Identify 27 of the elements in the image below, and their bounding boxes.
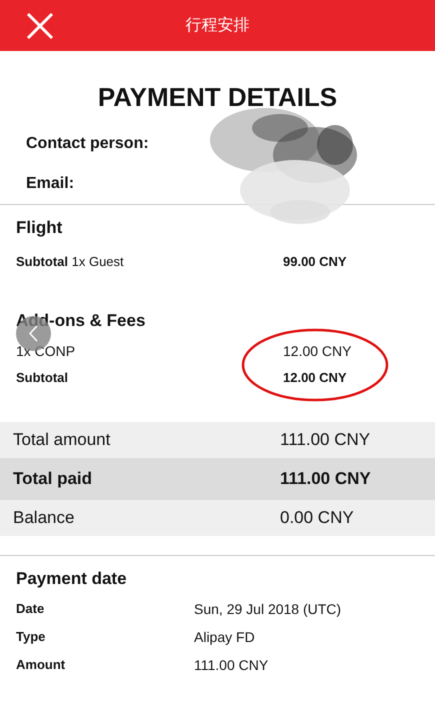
row-value: 12.00 CNY xyxy=(283,343,352,359)
section-heading: Payment date xyxy=(16,568,128,590)
row-value: Alipay FD xyxy=(194,629,255,645)
field-label: Email: xyxy=(25,174,76,194)
page-title: PAYMENT DETAILS xyxy=(96,81,338,113)
row-label: Subtotal 1x Guest xyxy=(16,254,125,270)
row-value: 111.00 CNY xyxy=(194,657,268,673)
row-label: Subtotal xyxy=(16,370,69,386)
row-value: Sun, 29 Jul 2018 (UTC) xyxy=(194,601,342,617)
total-label: Total paid xyxy=(13,468,94,490)
row-label: Date xyxy=(16,601,46,617)
total-value: 111.00 CNY xyxy=(280,429,370,452)
row-label: Amount xyxy=(16,657,66,673)
header-title: 行程安排 xyxy=(186,16,250,36)
field-label: Contact person: xyxy=(25,134,150,154)
total-label: Balance xyxy=(13,507,76,530)
total-label: Total amount xyxy=(13,429,112,452)
chevron-left-icon xyxy=(29,325,38,342)
row-label: Type xyxy=(16,629,46,645)
row-value: 99.00 CNY xyxy=(283,254,347,270)
section-heading: Flight xyxy=(16,217,62,239)
row-label: 1x CONP xyxy=(16,343,76,359)
total-value: 111.00 CNY xyxy=(280,468,371,490)
row-value: 12.00 CNY xyxy=(283,370,347,386)
section-heading: Add-ons & Fees xyxy=(16,310,146,332)
close-button[interactable] xyxy=(24,10,56,42)
total-value: 0.00 CNY xyxy=(280,507,354,530)
